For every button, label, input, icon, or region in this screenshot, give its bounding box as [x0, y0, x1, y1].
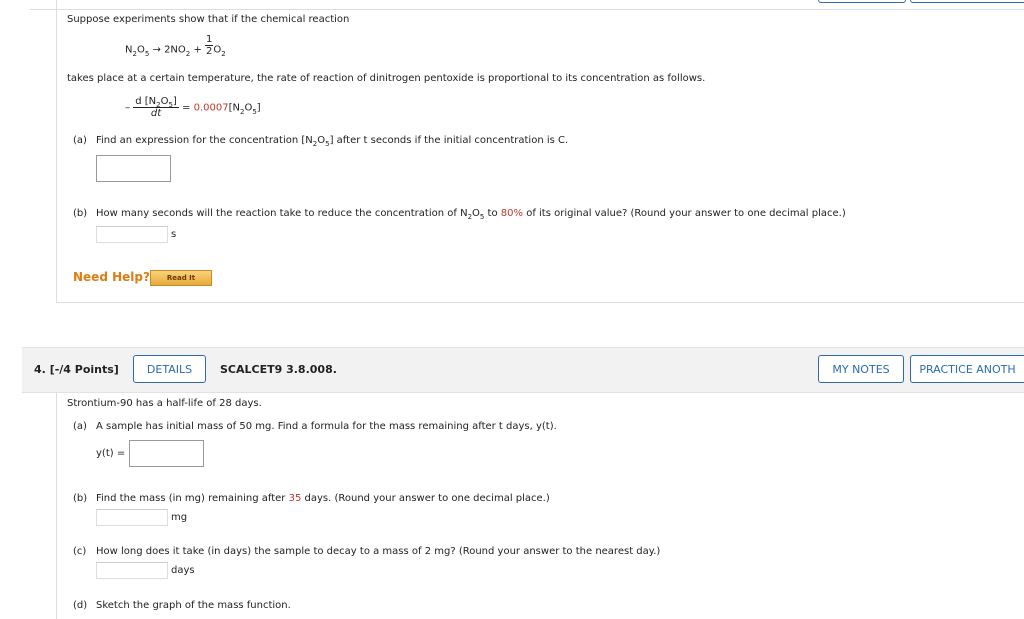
reaction-equation: N2O5 → 2NO2 + 1 2 O2 [125, 34, 226, 58]
problem4-panel-border [56, 392, 57, 619]
need-help-label: Need Help? [73, 270, 150, 284]
rate-equation: – d [N2O5] dt = 0.0007[N2O5] [125, 96, 261, 119]
q4-part-a-text: A sample has initial mass of 50 mg. Find… [96, 421, 557, 432]
part-b-text: How many seconds will the reaction take … [96, 208, 846, 221]
problem-number: 4. [-/4 Points] [34, 363, 119, 376]
intro-text: Suppose experiments show that if the che… [67, 14, 350, 25]
unit-days: days [171, 565, 195, 576]
answer-input-mass[interactable] [96, 509, 168, 526]
practice-another-button[interactable]: PRACTICE ANOTH [910, 355, 1024, 383]
q4-part-d-label: (d) [73, 600, 88, 611]
answer-input-a[interactable] [96, 155, 171, 182]
q4-part-c-text: How long does it take (in days) the samp… [96, 546, 661, 557]
answer-input-yt[interactable] [129, 440, 204, 467]
unit-mg: mg [171, 512, 188, 523]
unit-seconds: s [171, 229, 177, 240]
part-a-text: Find an expression for the concentration… [96, 135, 569, 148]
q4-part-c-label: (c) [73, 546, 87, 557]
part-a-label: (a) [73, 135, 87, 146]
q4-intro-text: Strontium-90 has a half-life of 28 days. [67, 398, 262, 409]
read-it-button[interactable]: Read It [150, 270, 212, 286]
problem-code: SCALCET9 3.8.008. [220, 363, 337, 376]
rate-text: takes place at a certain temperature, th… [67, 73, 706, 84]
q4-part-a-label: (a) [73, 421, 87, 432]
q4-part-b-text: Find the mass (in mg) remaining after 35… [96, 493, 550, 504]
part-b-label: (b) [73, 208, 88, 219]
y-of-t-label: y(t) = [96, 448, 126, 459]
q4-part-d-text: Sketch the graph of the mass function. [96, 600, 291, 611]
my-notes-button[interactable]: MY NOTES [818, 355, 904, 383]
answer-input-b[interactable] [96, 226, 168, 243]
answer-input-days[interactable] [96, 562, 168, 579]
q4-part-b-label: (b) [73, 493, 88, 504]
details-button[interactable]: DETAILS [133, 355, 206, 383]
